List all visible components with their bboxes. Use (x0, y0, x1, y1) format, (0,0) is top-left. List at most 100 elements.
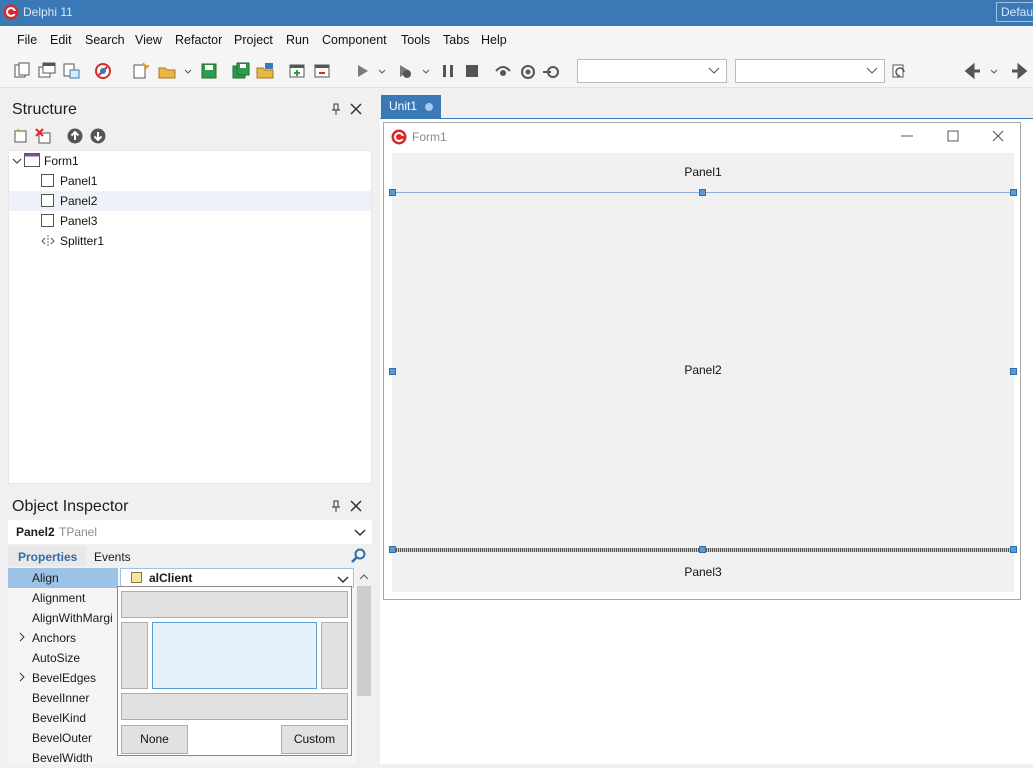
form1-window[interactable]: Form1 Panel1 Panel2 Panel3 (383, 122, 1021, 600)
move-up-icon[interactable] (67, 128, 83, 144)
structure-tree[interactable]: Form1 Panel1 Panel2 Panel3 Splitter1 (8, 150, 372, 484)
add-icon[interactable] (13, 128, 29, 144)
move-down-icon[interactable] (90, 128, 106, 144)
object-selector[interactable]: Panel2 TPanel (8, 520, 372, 544)
stop-icon[interactable] (463, 62, 481, 80)
tree-node-panel2[interactable]: Panel2 (9, 191, 371, 211)
tree-node-panel1[interactable]: Panel1 (9, 171, 371, 191)
resize-handle[interactable] (1010, 368, 1017, 375)
maximize-icon[interactable] (946, 129, 960, 143)
menu-refactor[interactable]: Refactor (175, 33, 222, 47)
property-row-alignwithmargins[interactable]: AlignWithMargi (8, 608, 118, 628)
tree-node-form1[interactable]: Form1 (9, 151, 371, 171)
align-right-option[interactable] (321, 622, 348, 689)
menu-view[interactable]: View (135, 33, 162, 47)
property-row-align[interactable]: Align (8, 568, 118, 588)
property-row-bevelwidth[interactable]: BevelWidth (8, 748, 118, 768)
menu-component[interactable]: Component (322, 33, 387, 47)
remove-icon[interactable] (94, 62, 112, 80)
tab-properties[interactable]: Properties (18, 550, 77, 564)
property-row-bevelkind[interactable]: BevelKind (8, 708, 118, 728)
remove-from-project-icon[interactable] (313, 62, 331, 80)
property-grid-scrollbar[interactable] (356, 568, 372, 764)
scrollbar-thumb[interactable] (357, 586, 371, 696)
run-icon[interactable] (353, 62, 371, 80)
close-icon[interactable] (991, 129, 1005, 143)
close-icon[interactable] (349, 102, 363, 116)
new-icon[interactable] (131, 62, 149, 80)
tree-node-splitter1[interactable]: Splitter1 (9, 231, 371, 251)
run-chevron-icon[interactable] (377, 62, 387, 80)
chevron-down-icon[interactable] (12, 156, 22, 166)
run-to-cursor-icon[interactable] (542, 62, 560, 80)
panel1[interactable]: Panel1 (392, 153, 1014, 192)
refresh-icon[interactable] (890, 62, 908, 80)
property-row-beveledges[interactable]: BevelEdges (8, 668, 118, 688)
add-to-project-icon[interactable] (288, 62, 306, 80)
property-row-bevelouter[interactable]: BevelOuter (8, 728, 118, 748)
menu-project[interactable]: Project (234, 33, 273, 47)
scroll-up-icon[interactable] (358, 572, 370, 582)
property-row-anchors[interactable]: Anchors (8, 628, 118, 648)
panel2[interactable]: Panel2 (392, 193, 1014, 548)
chevron-right-icon[interactable] (17, 632, 27, 642)
align-bottom-option[interactable] (121, 693, 348, 720)
tree-node-panel3[interactable]: Panel3 (9, 211, 371, 231)
align-left-option[interactable] (121, 622, 148, 689)
run-without-debug-icon[interactable] (396, 62, 414, 80)
panel3[interactable]: Panel3 (392, 552, 1014, 592)
forward-icon[interactable] (1010, 62, 1028, 80)
open-project-icon[interactable] (256, 62, 274, 80)
chevron-down-icon (337, 576, 349, 584)
pause-icon[interactable] (439, 62, 457, 80)
resize-handle[interactable] (1010, 546, 1017, 553)
debug-chevron-icon[interactable] (421, 62, 431, 80)
close-icon[interactable] (349, 499, 363, 513)
chevron-down-icon[interactable] (183, 62, 193, 80)
save-all-icon[interactable] (232, 62, 250, 80)
menu-edit[interactable]: Edit (50, 33, 72, 47)
property-row-bevelinner[interactable]: BevelInner (8, 688, 118, 708)
delphi-logo-icon (391, 129, 407, 145)
tab-unit1[interactable]: Unit1 (381, 95, 441, 118)
chevron-right-icon[interactable] (17, 672, 27, 682)
pin-icon[interactable] (329, 499, 343, 513)
open-icon[interactable] (158, 62, 176, 80)
new-unit-icon[interactable] (62, 62, 80, 80)
menu-tools[interactable]: Tools (401, 33, 430, 47)
delete-icon[interactable] (35, 128, 51, 144)
back-chevron-icon[interactable] (989, 62, 999, 80)
align-top-option[interactable] (121, 591, 348, 618)
align-none-button[interactable]: None (121, 725, 188, 754)
resize-handle[interactable] (699, 546, 706, 553)
property-name: Anchors (32, 631, 77, 645)
align-client-option[interactable] (152, 622, 317, 689)
new-form-icon[interactable] (38, 62, 56, 80)
trace-into-icon[interactable] (519, 62, 537, 80)
menu-tabs[interactable]: Tabs (443, 33, 469, 47)
new-items-icon[interactable] (13, 62, 31, 80)
menu-search[interactable]: Search (85, 33, 125, 47)
tab-events[interactable]: Events (86, 546, 201, 566)
configuration-combo[interactable] (577, 59, 727, 83)
platform-combo[interactable] (735, 59, 885, 83)
search-icon[interactable] (350, 548, 366, 564)
back-icon[interactable] (964, 62, 982, 80)
resize-handle[interactable] (1010, 189, 1017, 196)
resize-handle[interactable] (389, 368, 396, 375)
resize-handle[interactable] (699, 189, 706, 196)
property-row-autosize[interactable]: AutoSize (8, 648, 118, 668)
menu-file[interactable]: File (17, 33, 37, 47)
resize-handle[interactable] (389, 546, 396, 553)
property-row-alignment[interactable]: Alignment (8, 588, 118, 608)
resize-handle[interactable] (389, 189, 396, 196)
pin-icon[interactable] (329, 102, 343, 116)
menu-run[interactable]: Run (286, 33, 309, 47)
step-over-icon[interactable] (494, 62, 512, 80)
align-custom-button[interactable]: Custom (281, 725, 348, 754)
menu-help[interactable]: Help (481, 33, 507, 47)
align-value-combo[interactable]: alClient (120, 568, 354, 588)
minimize-icon[interactable] (900, 129, 914, 143)
save-icon[interactable] (200, 62, 218, 80)
desktop-layout-combo[interactable]: Defau (996, 2, 1033, 22)
